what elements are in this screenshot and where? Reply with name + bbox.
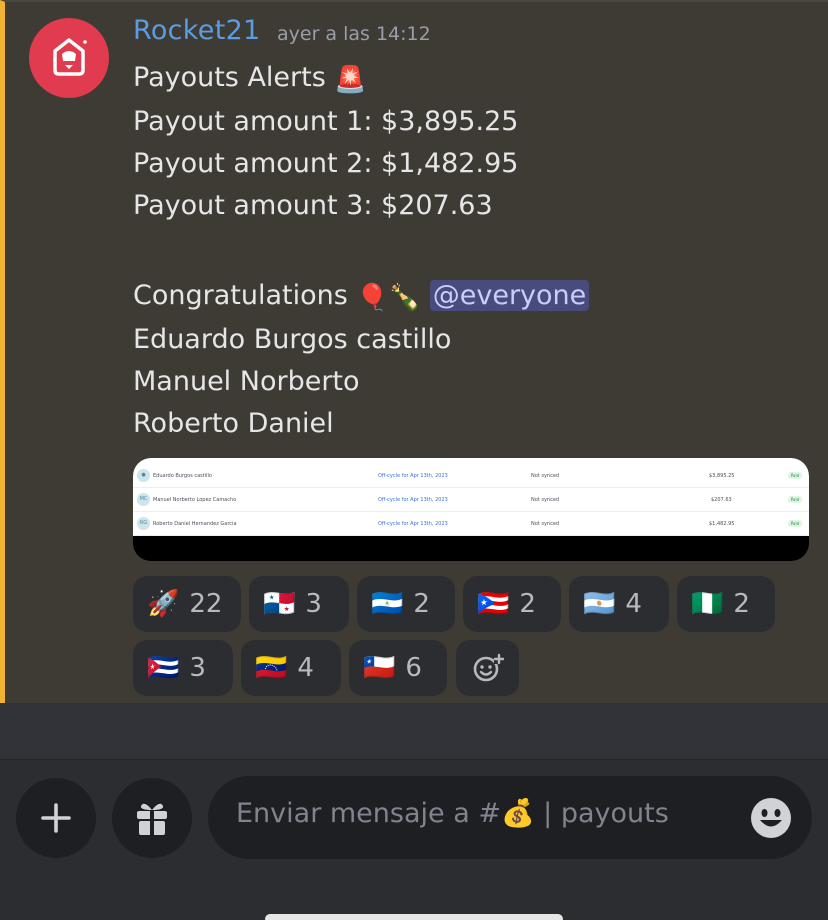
reaction-count: 3	[305, 589, 322, 619]
reaction-count: 4	[297, 653, 314, 683]
timestamp: ayer a las 14:12	[277, 23, 431, 45]
attachment-row: MC Manuel Norberto Lopez Camacho Off-cyc…	[133, 488, 809, 512]
rocket-emoji: 🚀	[147, 589, 180, 619]
smile-icon[interactable]	[750, 797, 792, 839]
flag-emoji: 🇵🇷	[477, 589, 510, 619]
title-text: Payouts Alerts	[133, 62, 326, 93]
row-amount: $3,895.25	[709, 473, 735, 479]
message-title: Payouts Alerts 🚨	[133, 62, 367, 95]
payout-line-1: Payout amount 1: $3,895.25	[133, 106, 519, 137]
row-status: Not synced	[531, 497, 560, 503]
reaction-rocket[interactable]: 🚀 22	[133, 576, 241, 632]
attachment-row: ● Eduardo Burgos castillo Off-cycle for …	[133, 464, 809, 488]
flag-emoji: 🇳🇮	[371, 589, 404, 619]
payout-line-3: Payout amount 3: $207.63	[133, 190, 493, 221]
reaction-count: 22	[189, 589, 223, 619]
payroll-screenshot: ● Eduardo Burgos castillo Off-cycle for …	[133, 458, 809, 536]
row-status: Not synced	[531, 473, 560, 479]
row-cycle: Off-cycle for Apr 13th, 2023	[378, 473, 448, 479]
row-amount: $207.63	[711, 497, 732, 503]
add-reaction-icon	[473, 653, 504, 682]
reaction-count: 4	[625, 589, 642, 619]
attachment-row: RG Roberto Daniel Hernandez Garcia Off-c…	[133, 512, 809, 536]
congrats-line: Congratulations 🎈🍾 @everyone	[133, 280, 590, 313]
champagne-emoji: 🍾	[388, 283, 422, 313]
winner-name-1: Eduardo Burgos castillo	[133, 324, 452, 355]
reaction-flag-puerto-rico[interactable]: 🇵🇷 2	[463, 576, 561, 632]
row-cycle: Off-cycle for Apr 13th, 2023	[378, 521, 448, 527]
winner-name-3: Roberto Daniel	[133, 408, 334, 439]
flag-emoji: 🇨🇱	[363, 653, 396, 683]
reaction-count: 2	[733, 589, 750, 619]
message-composer[interactable]	[208, 776, 812, 859]
row-amount: $1,482.95	[709, 521, 735, 527]
reaction-flag-venezuela[interactable]: 🇻🇪 4	[241, 640, 341, 696]
person-icon: RG	[137, 517, 150, 530]
row-name: Eduardo Burgos castillo	[153, 473, 212, 479]
everyone-mention[interactable]: @everyone	[429, 280, 590, 311]
person-icon: ●	[137, 469, 150, 482]
row-badge: Paid	[788, 520, 802, 527]
reaction-flag-chile[interactable]: 🇨🇱 6	[349, 640, 447, 696]
image-attachment[interactable]: ● Eduardo Burgos castillo Off-cycle for …	[133, 458, 809, 561]
flag-emoji: 🇦🇷	[583, 589, 616, 619]
row-name: Roberto Daniel Hernandez Garcia	[153, 521, 237, 527]
flag-emoji: 🇻🇪	[255, 653, 288, 683]
reaction-count: 2	[519, 589, 536, 619]
row-badge: Paid	[788, 496, 802, 503]
row-name: Manuel Norberto Lopez Camacho	[153, 497, 237, 503]
plus-icon	[41, 803, 71, 833]
home-indicator	[265, 914, 563, 920]
avatar[interactable]	[29, 18, 109, 98]
payout-line-2: Payout amount 2: $1,482.95	[133, 148, 519, 179]
reaction-count: 2	[413, 589, 430, 619]
flag-emoji: 🇳🇬	[691, 589, 724, 619]
add-attachment-button[interactable]	[16, 778, 96, 858]
flag-emoji: 🇨🇺	[147, 653, 180, 683]
balloon-emoji: 🎈	[356, 283, 389, 313]
reaction-flag-argentina[interactable]: 🇦🇷 4	[569, 576, 669, 632]
winner-name-2: Manuel Norberto	[133, 366, 360, 397]
reaction-flag-cuba[interactable]: 🇨🇺 3	[133, 640, 233, 696]
add-reaction-button[interactable]	[456, 640, 519, 696]
row-cycle: Off-cycle for Apr 13th, 2023	[378, 497, 448, 503]
flag-emoji: 🇵🇦	[263, 589, 296, 619]
bell-logo-icon	[53, 38, 87, 76]
gift-icon	[137, 803, 167, 835]
author-name[interactable]: Rocket21	[133, 15, 261, 46]
siren-emoji: 🚨	[334, 65, 367, 95]
reaction-flag-panama[interactable]: 🇵🇦 3	[249, 576, 349, 632]
reaction-count: 6	[405, 653, 422, 683]
reaction-flag-nigeria[interactable]: 🇳🇬 2	[677, 576, 775, 632]
highlighted-message: Rocket21 ayer a las 14:12 Payouts Alerts…	[0, 0, 828, 703]
message-input[interactable]	[236, 798, 746, 829]
gift-button[interactable]	[112, 778, 192, 858]
person-icon: MC	[137, 493, 150, 506]
congrats-text: Congratulations	[133, 280, 348, 311]
message-list-footer	[0, 703, 828, 760]
reaction-count: 3	[189, 653, 206, 683]
row-status: Not synced	[531, 521, 560, 527]
reaction-flag-nicaragua[interactable]: 🇳🇮 2	[357, 576, 455, 632]
row-badge: Paid	[788, 472, 802, 479]
